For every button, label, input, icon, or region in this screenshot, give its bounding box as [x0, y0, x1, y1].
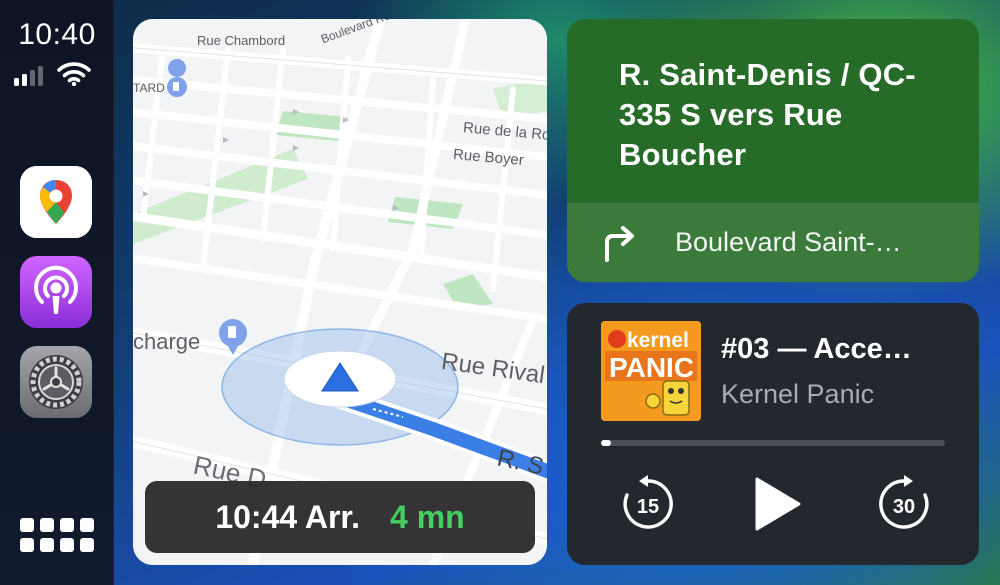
- status-clock: 10:40: [18, 18, 96, 51]
- playback-progress-bar[interactable]: [601, 440, 945, 446]
- next-instruction-row: Boulevard Saint-…: [567, 203, 979, 282]
- wifi-icon: [57, 62, 91, 86]
- skip-back-15-button[interactable]: 15: [617, 473, 679, 535]
- svg-text:30: 30: [893, 496, 915, 518]
- cellular-signal-icon: [14, 64, 43, 86]
- app-grid-icon[interactable]: [20, 518, 94, 556]
- carplay-sidebar: 10:40: [0, 0, 114, 585]
- status-indicators: [14, 62, 91, 86]
- instruction-title: R. Saint-Denis / QC-335 S vers Rue Bouch…: [619, 57, 916, 172]
- episode-title: #03 — Acce…: [721, 333, 912, 365]
- map-label: TARD: [133, 81, 165, 95]
- google-maps-app-button[interactable]: [20, 166, 92, 238]
- play-button[interactable]: [745, 473, 807, 535]
- skip-back-15-icon: 15: [623, 475, 673, 529]
- google-maps-icon: [20, 166, 92, 238]
- progress-fill: [601, 440, 612, 446]
- arrival-time: 10:44 Arr.: [215, 498, 360, 535]
- skip-forward-30-icon: 30: [879, 475, 929, 529]
- trip-duration: 4 mn: [390, 498, 465, 535]
- turn-right-arrow-icon: [605, 225, 634, 262]
- now-playing-card[interactable]: kernel PANIC #03 — Acce… Kernel Panic 15: [567, 303, 979, 565]
- svg-text:kernel: kernel: [627, 329, 689, 352]
- podcasts-icon: [34, 265, 78, 314]
- settings-app-button[interactable]: [20, 346, 92, 418]
- play-icon: [755, 477, 801, 531]
- podcast-artwork: kernel PANIC: [601, 321, 701, 421]
- svg-text:15: 15: [637, 496, 659, 518]
- skip-forward-30-button[interactable]: 30: [873, 473, 935, 535]
- current-instruction: R. Saint-Denis / QC-335 S vers Rue Bouch…: [567, 19, 979, 203]
- map-label: charge: [133, 329, 201, 354]
- settings-gear-icon: [29, 355, 83, 409]
- svg-text:PANIC: PANIC: [609, 352, 694, 383]
- podcasts-app-button[interactable]: [20, 256, 92, 328]
- navigation-instruction-card[interactable]: R. Saint-Denis / QC-335 S vers Rue Bouch…: [567, 19, 979, 282]
- map-label: Rue Chambord: [197, 33, 286, 48]
- eta-bar[interactable]: 10:44 Arr. 4 mn: [145, 481, 535, 553]
- next-street-label: Boulevard Saint-…: [675, 227, 902, 257]
- podcast-name: Kernel Panic: [721, 379, 875, 409]
- map-view[interactable]: Rue Chambord Boulevard Ros TARD Rue de l…: [133, 19, 547, 565]
- kernel-panic-logo: kernel PANIC: [601, 321, 701, 421]
